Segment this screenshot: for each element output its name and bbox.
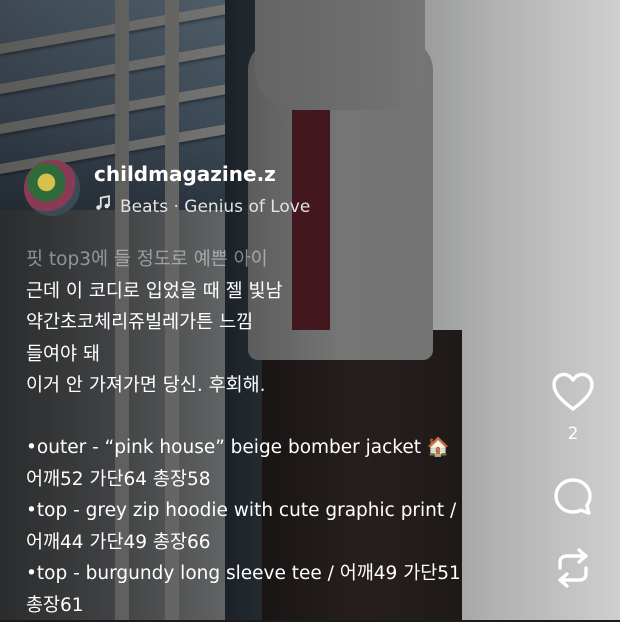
item-line: 총장61: [26, 591, 526, 622]
music-row[interactable]: Beats · Genius of Love: [94, 194, 310, 217]
item-line: •top - grey zip hoodie with cute graphic…: [26, 496, 526, 528]
like-button[interactable]: 2: [550, 372, 596, 444]
comment-button[interactable]: [550, 476, 596, 518]
post-caption: 핏 top3에 들 정도로 예쁜 아이 근데 이 코디로 입었을 때 젤 빛남 …: [26, 244, 526, 622]
item-line: 어깨44 가단49 총장66: [26, 528, 526, 560]
item-list: •outer - “pink house” beige bomber jacke…: [26, 433, 526, 622]
item-line: •top - burgundy long sleeve tee / 어깨49 가…: [26, 559, 526, 591]
caption-line: 들여야 돼: [26, 339, 526, 371]
music-note-icon: [94, 194, 112, 217]
comment-bubble-icon: [552, 476, 594, 518]
caption-line: 핏 top3에 들 정도로 예쁜 아이: [26, 244, 526, 276]
item-line: •outer - “pink house” beige bomber jacke…: [26, 433, 526, 465]
music-artist: Beats: [120, 197, 168, 217]
caption-spacer: [26, 402, 526, 434]
avatar[interactable]: [24, 160, 80, 216]
item-line: 어깨52 가단64 총장58: [26, 465, 526, 497]
username[interactable]: childmagazine.z: [94, 162, 276, 186]
caption-line: 이거 안 가져가면 당신. 후회해.: [26, 370, 526, 402]
repost-button[interactable]: [550, 546, 596, 590]
music-title: Genius of Love: [184, 197, 310, 217]
action-rail: 2: [550, 372, 596, 590]
repost-icon: [553, 546, 593, 590]
heart-icon: [551, 372, 595, 412]
author-row: childmagazine.z Beats · Genius of Love: [24, 160, 384, 220]
music-separator: ·: [173, 197, 178, 217]
caption-line: 약간초코체리쥬빌레가튼 느낌: [26, 307, 526, 339]
like-count: 2: [568, 424, 579, 444]
caption-line: 근데 이 코디로 입었을 때 젤 빛남: [26, 276, 526, 308]
